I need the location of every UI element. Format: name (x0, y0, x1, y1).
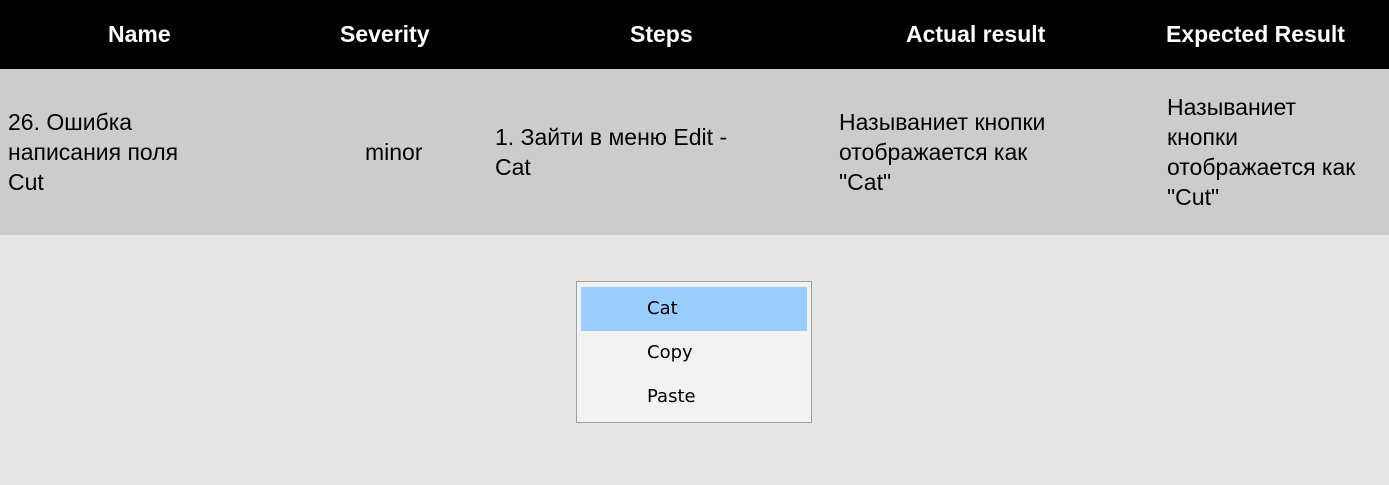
header-expected-result: Expected Result (1154, 0, 1389, 69)
screenshot-area: Cat Copy Paste (0, 235, 1389, 485)
header-name: Name (0, 0, 328, 69)
header-steps: Steps (485, 0, 826, 69)
header-severity: Severity (328, 0, 485, 69)
context-menu: Cat Copy Paste (576, 281, 812, 423)
menu-item-copy[interactable]: Copy (581, 331, 807, 375)
table-header-row: Name Severity Steps Actual result Expect… (0, 0, 1389, 69)
menu-item-paste[interactable]: Paste (581, 375, 807, 419)
cell-expected-result: Называниет кнопки отображается как "Cut" (1154, 69, 1389, 235)
bug-report-table: Name Severity Steps Actual result Expect… (0, 0, 1389, 235)
header-actual-result: Actual result (826, 0, 1154, 69)
bug-report-sheet: Name Severity Steps Actual result Expect… (0, 0, 1389, 485)
table-row: 26. Ошибка написания поля Cut minor 1. З… (0, 69, 1389, 235)
cell-name: 26. Ошибка написания поля Cut (0, 69, 328, 235)
cell-steps: 1. Зайти в меню Edit - Cat (485, 69, 826, 235)
cell-actual-result: Называниет кнопки отображается как "Cat" (826, 69, 1154, 235)
menu-item-cat[interactable]: Cat (581, 287, 807, 331)
cell-severity: minor (328, 69, 485, 235)
